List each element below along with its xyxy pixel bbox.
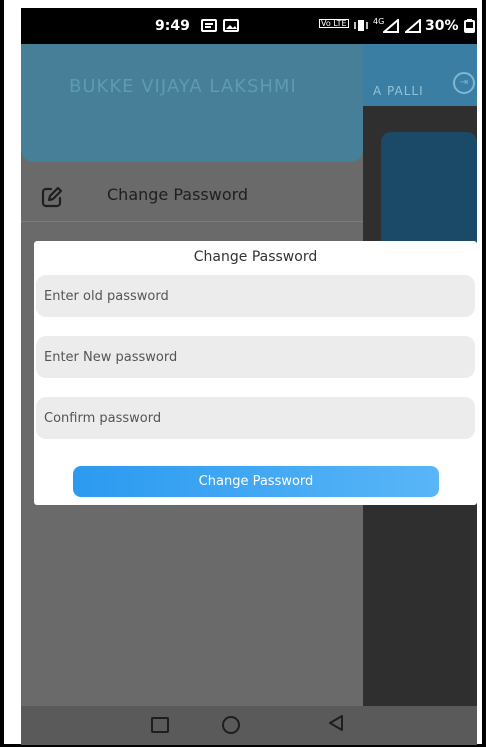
- signal-icon: [381, 17, 399, 37]
- new-password-placeholder: Enter New password: [44, 350, 178, 365]
- right-border: [482, 0, 486, 747]
- back-button[interactable]: [327, 714, 345, 736]
- battery-percent: 30%: [425, 18, 459, 34]
- logout-icon: ⇥: [453, 72, 475, 94]
- new-password-field[interactable]: Enter New password: [36, 336, 475, 378]
- recents-button[interactable]: [151, 717, 169, 733]
- edit-icon: [41, 186, 63, 212]
- dialog-title: Change Password: [193, 249, 318, 265]
- signal-icon-2: [403, 17, 421, 37]
- old-password-placeholder: Enter old password: [44, 289, 169, 304]
- background-location-text: A PALLI: [373, 84, 424, 98]
- background-card: [381, 132, 477, 252]
- confirm-password-placeholder: Confirm password: [44, 411, 162, 426]
- left-border: [0, 0, 4, 747]
- volte-icon: Vo LTE: [319, 19, 349, 28]
- system-nav-bar: [21, 706, 477, 745]
- drawer-divider: [21, 221, 363, 222]
- message-icon: [201, 19, 217, 36]
- old-password-field[interactable]: Enter old password: [36, 275, 475, 317]
- confirm-password-field[interactable]: Confirm password: [36, 397, 475, 439]
- drawer-item-label: Change Password: [107, 185, 249, 204]
- user-name: BUKKE VIJAYA LAKSHMI: [69, 76, 297, 97]
- screenshot-frame: 9:49 Vo LTE 4G 30% A PALLI ⇥ BUKKE VIJAY…: [0, 0, 486, 747]
- battery-icon: [464, 19, 475, 37]
- phone-screen: 9:49 Vo LTE 4G 30% A PALLI ⇥ BUKKE VIJAY…: [21, 8, 477, 745]
- drawer-item-change-password[interactable]: Change Password: [21, 182, 363, 222]
- status-bar: 9:49 Vo LTE 4G 30%: [21, 8, 477, 44]
- drawer-header: BUKKE VIJAYA LAKSHMI: [21, 44, 363, 162]
- gallery-icon: [223, 19, 239, 36]
- change-password-dialog: Change Password Enter old password Enter…: [34, 241, 477, 505]
- change-password-button[interactable]: Change Password: [73, 466, 439, 497]
- status-time: 9:49: [155, 18, 190, 34]
- vibrate-icon: [353, 19, 369, 36]
- home-button[interactable]: [222, 716, 240, 734]
